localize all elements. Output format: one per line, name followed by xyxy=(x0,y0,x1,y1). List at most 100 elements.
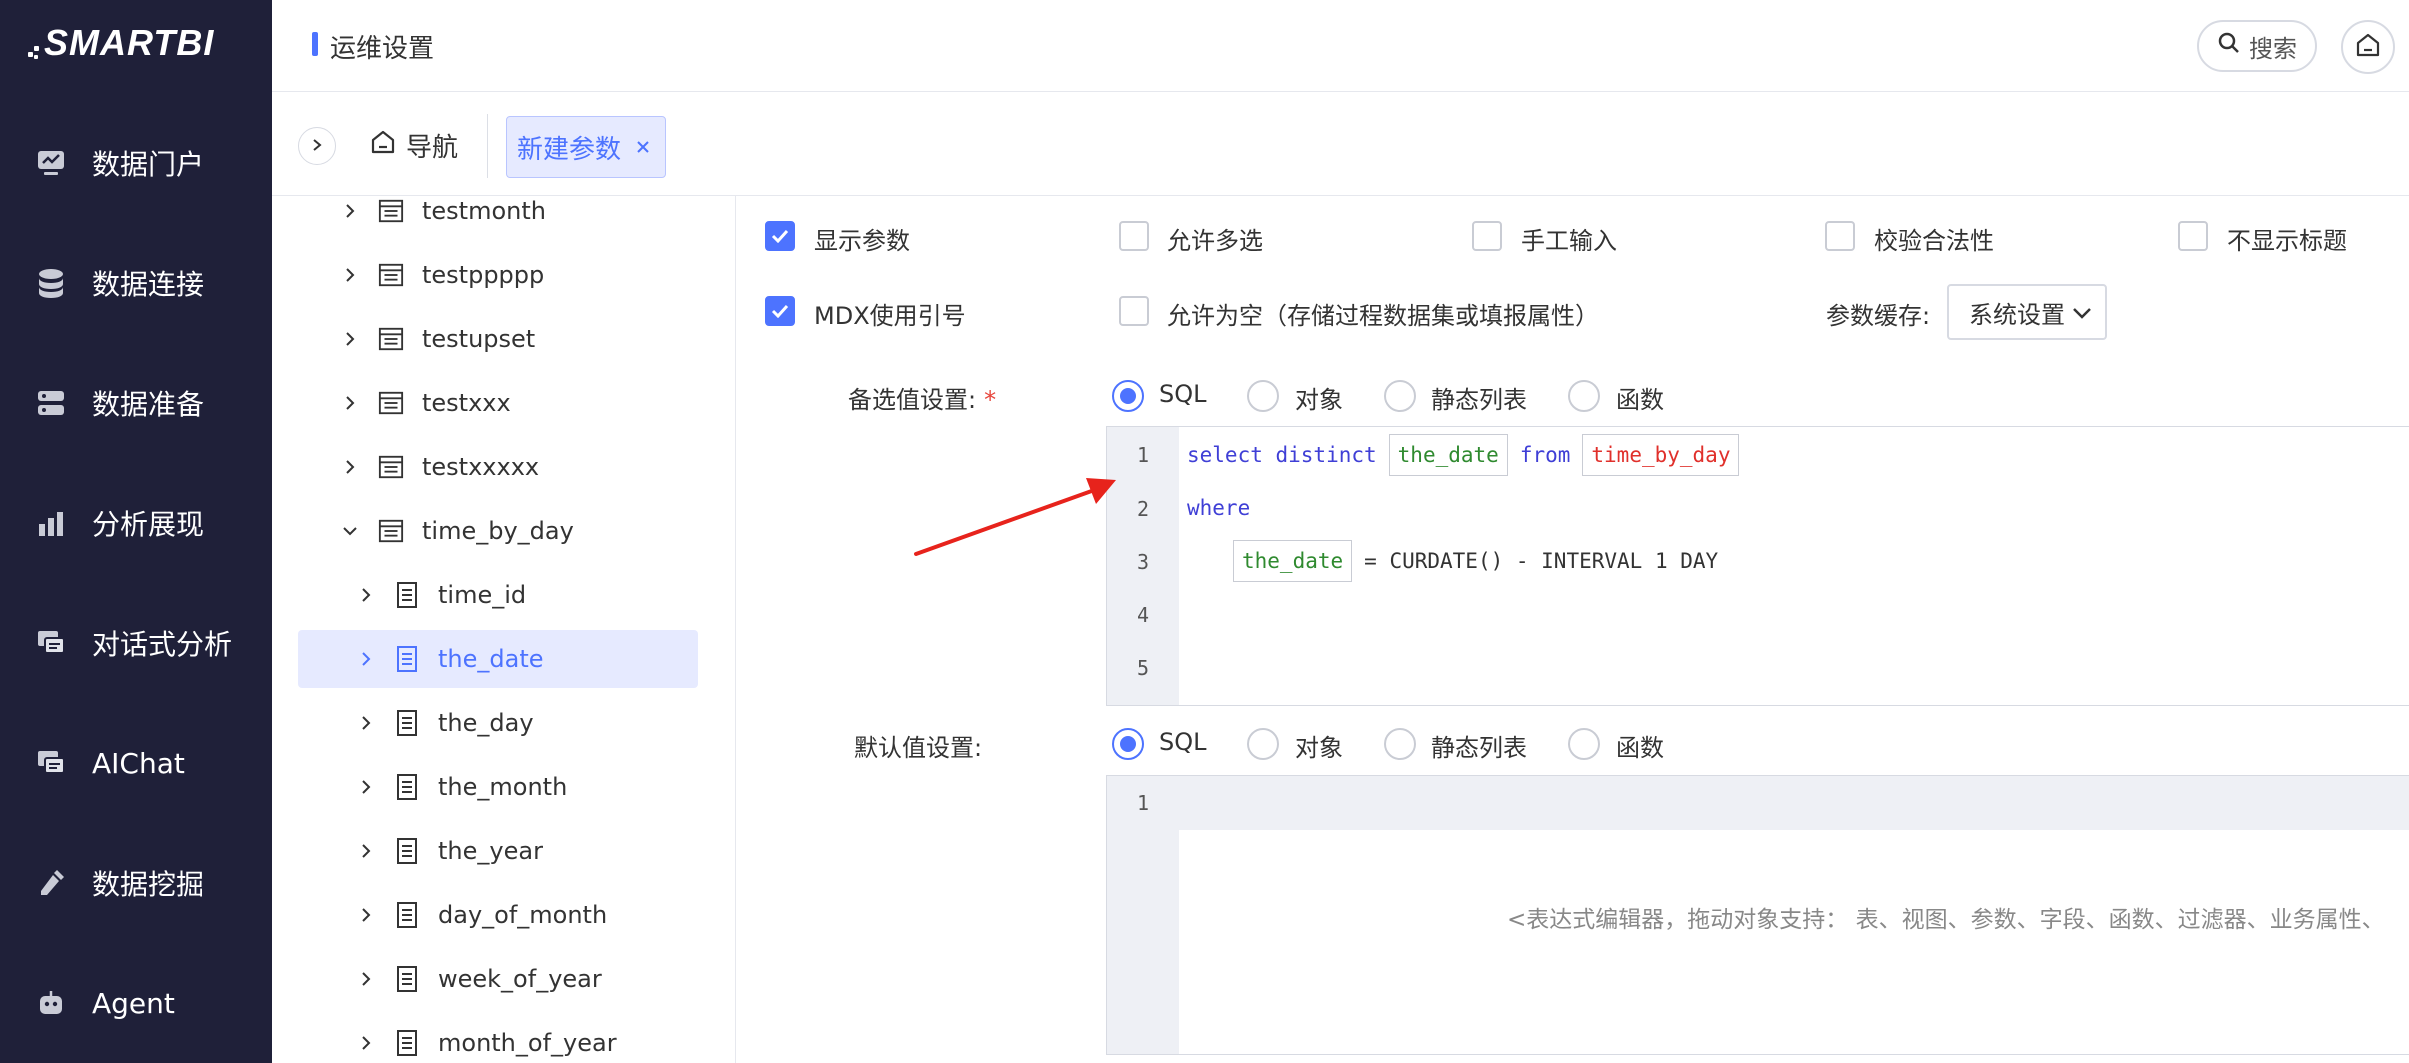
chevron-right-icon[interactable] xyxy=(340,265,360,285)
nav-item-data-mining[interactable]: 数据挖掘 xyxy=(0,848,272,918)
nav-item-data-prep[interactable]: 数据准备 xyxy=(0,368,272,438)
candidate-radio-function[interactable] xyxy=(1568,380,1600,412)
active-line-highlight xyxy=(1179,776,2409,830)
chevron-right-icon[interactable] xyxy=(340,201,360,221)
nav-item-label: 分析展现 xyxy=(92,508,205,541)
field-token[interactable]: the_date xyxy=(1233,540,1353,582)
tree-item-label: testmonth xyxy=(422,197,546,225)
manual-input-label: 手工输入 xyxy=(1521,227,1617,255)
robot-icon xyxy=(34,986,68,1020)
chevron-right-icon[interactable] xyxy=(356,969,376,989)
chevron-right-icon[interactable] xyxy=(340,457,360,477)
tree-item[interactable]: testmonth xyxy=(272,196,735,240)
search-label: 搜索 xyxy=(2249,34,2297,63)
nav-item-analysis[interactable]: 分析展现 xyxy=(0,488,272,558)
chevron-down-icon xyxy=(2071,302,2093,330)
chevron-right-icon[interactable] xyxy=(356,777,376,797)
tree-item[interactable]: testupset xyxy=(272,310,735,368)
chevron-right-icon[interactable] xyxy=(356,649,376,669)
annotation-arrow-icon xyxy=(914,478,1116,556)
default-radio-sql[interactable] xyxy=(1112,728,1144,760)
mdx-quote-checkbox[interactable] xyxy=(765,296,795,326)
bar-chart-icon xyxy=(34,506,68,540)
home-button[interactable] xyxy=(2341,20,2395,74)
table-icon xyxy=(378,325,404,353)
chevron-right-icon[interactable] xyxy=(356,905,376,925)
sidebar: SMARTBI 数据门户 数据连接 数据准备 分析展现 对话式分析 AIChat… xyxy=(0,0,272,1063)
tree-item-label: testxxx xyxy=(422,389,511,417)
tab-divider xyxy=(487,114,488,178)
radio-label: SQL xyxy=(1159,728,1207,756)
resource-tree: testmonth testppppp testupset testxxx testxx… xyxy=(272,196,736,1063)
dashboard-icon xyxy=(34,146,68,180)
expand-sidebar-button[interactable] xyxy=(298,127,336,165)
chevron-right-icon[interactable] xyxy=(356,1033,376,1053)
show-param-checkbox[interactable] xyxy=(765,221,795,251)
chevron-down-icon[interactable] xyxy=(340,521,360,541)
tree-item[interactable]: the_day xyxy=(272,694,735,752)
default-value-label: 默认值设置: xyxy=(854,734,983,762)
tree-item[interactable]: testxxx xyxy=(272,374,735,432)
tree-item[interactable]: testppppp xyxy=(272,246,735,304)
chevron-right-icon[interactable] xyxy=(340,393,360,413)
hide-title-checkbox[interactable] xyxy=(2178,221,2208,251)
tree-item-label: month_of_year xyxy=(438,1029,617,1057)
table-token[interactable]: time_by_day xyxy=(1582,434,1740,476)
chevron-right-icon[interactable] xyxy=(356,585,376,605)
radio-label: 函数 xyxy=(1616,386,1664,414)
chevron-right-icon[interactable] xyxy=(340,329,360,349)
tab-new-parameter[interactable]: 新建参数 xyxy=(506,116,667,178)
top-header: 运维设置 搜索 xyxy=(272,0,2409,92)
nav-item-data-connection[interactable]: 数据连接 xyxy=(0,248,272,318)
multi-select-label: 允许多选 xyxy=(1167,227,1263,255)
candidate-radio-static-list[interactable] xyxy=(1384,380,1416,412)
line-gutter xyxy=(1107,776,1179,1054)
field-icon xyxy=(394,581,420,609)
close-icon[interactable] xyxy=(635,132,651,162)
tree-item[interactable]: time_id xyxy=(272,566,735,624)
show-param-label: 显示参数 xyxy=(814,227,910,255)
nav-item-conversational[interactable]: 对话式分析 xyxy=(0,608,272,678)
home-icon xyxy=(2355,32,2381,62)
multi-select-checkbox[interactable] xyxy=(1119,221,1149,251)
candidate-radio-sql[interactable] xyxy=(1112,380,1144,412)
cache-select[interactable]: 系统设置 xyxy=(1947,284,2107,340)
radio-label: 函数 xyxy=(1616,734,1664,762)
nav-item-agent[interactable]: Agent xyxy=(0,968,272,1038)
tree-item[interactable]: month_of_year xyxy=(272,1014,735,1063)
tree-item-label: the_year xyxy=(438,837,543,865)
chevron-right-icon[interactable] xyxy=(356,841,376,861)
default-radio-function[interactable] xyxy=(1568,728,1600,760)
radio-label: 静态列表 xyxy=(1431,386,1527,414)
tree-item[interactable]: the_year xyxy=(272,822,735,880)
tree-item[interactable]: time_by_day xyxy=(272,502,735,560)
tree-item[interactable]: the_month xyxy=(272,758,735,816)
tree-item[interactable]: the_date xyxy=(298,630,698,688)
search-button[interactable]: 搜索 xyxy=(2197,20,2317,72)
nav-item-aichat[interactable]: AIChat xyxy=(0,728,272,798)
candidate-sql-editor[interactable]: 1 2 3 4 5 select distinct the_date from … xyxy=(1106,426,2409,706)
home-icon xyxy=(370,129,396,162)
mdx-quote-label: MDX使用引号 xyxy=(814,302,966,330)
tree-item[interactable]: week_of_year xyxy=(272,950,735,1008)
default-sql-editor[interactable]: 1 <表达式编辑器，拖动对象支持： 表、视图、参数、字段、函数、过滤器、业务属性… xyxy=(1106,775,2409,1055)
chevron-right-icon[interactable] xyxy=(356,713,376,733)
allow-empty-checkbox[interactable] xyxy=(1119,296,1149,326)
validate-checkbox[interactable] xyxy=(1825,221,1855,251)
table-icon xyxy=(378,453,404,481)
table-icon xyxy=(378,389,404,417)
nav-item-label: 数据门户 xyxy=(92,148,205,181)
app-logo[interactable]: SMARTBI xyxy=(28,18,214,68)
default-radio-object[interactable] xyxy=(1247,728,1279,760)
tree-item[interactable]: day_of_month xyxy=(272,886,735,944)
nav-item-data-portal[interactable]: 数据门户 xyxy=(0,128,272,198)
page-title: 运维设置 xyxy=(330,34,435,64)
manual-input-checkbox[interactable] xyxy=(1472,221,1502,251)
default-radio-static-list[interactable] xyxy=(1384,728,1416,760)
sql-expression: = CURDATE() - INTERVAL 1 DAY xyxy=(1364,549,1719,573)
sql-keyword: where xyxy=(1187,496,1251,520)
candidate-radio-object[interactable] xyxy=(1247,380,1279,412)
field-token[interactable]: the_date xyxy=(1388,434,1508,476)
tab-navigation[interactable]: 导航 xyxy=(370,122,458,168)
tree-item[interactable]: testxxxxx xyxy=(272,438,735,496)
